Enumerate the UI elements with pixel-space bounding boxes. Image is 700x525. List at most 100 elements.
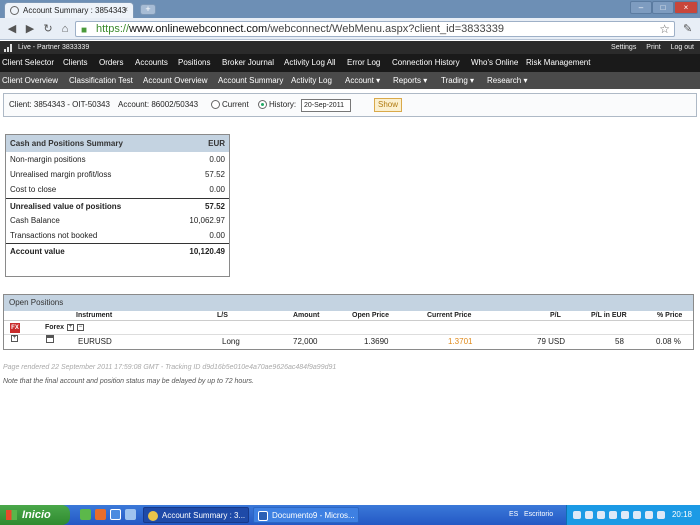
- calendar-icon[interactable]: [46, 335, 54, 343]
- quicklaunch-desktop-icon[interactable]: [125, 509, 136, 520]
- subnav-account-summary[interactable]: Account Summary: [218, 72, 283, 89]
- nav-error-log[interactable]: Error Log: [347, 54, 380, 72]
- current-radio[interactable]: [211, 100, 220, 109]
- cash-row-label: Account value: [10, 247, 65, 257]
- close-window-button[interactable]: ×: [674, 1, 698, 14]
- quicklaunch-chrome-icon[interactable]: [80, 509, 91, 520]
- forex-icon: FX: [10, 323, 20, 333]
- bookmark-star-icon[interactable]: ☆: [659, 22, 670, 36]
- subnav-research-menu[interactable]: Research ▾: [487, 72, 527, 89]
- start-button[interactable]: Inicio: [0, 505, 70, 525]
- address-bar[interactable]: ■ https://www.onlinewebconnect.com/webco…: [75, 21, 675, 37]
- nav-clients[interactable]: Clients: [63, 54, 87, 72]
- forward-arrow-icon[interactable]: ▶: [22, 21, 38, 37]
- show-button[interactable]: Show: [374, 98, 402, 112]
- cell-pct-price: 0.08 %: [656, 337, 681, 346]
- cash-summary-currency: EUR: [208, 139, 225, 148]
- nav-whos-online[interactable]: Who's Online: [471, 54, 518, 72]
- cash-row-label: Non-margin positions: [10, 155, 86, 164]
- cell-amount: 72,000: [293, 337, 318, 346]
- tray-icon[interactable]: [645, 511, 653, 519]
- nav-broker-journal[interactable]: Broker Journal: [222, 54, 274, 72]
- settings-link[interactable]: Settings: [611, 44, 636, 51]
- taskbar-button-browser[interactable]: Account Summary : 3...: [143, 507, 249, 523]
- system-tray: 20:18: [566, 505, 700, 525]
- url-domain: www.onlinewebconnect.com: [129, 23, 268, 35]
- tab-title: Account Summary : 3854343: [23, 6, 127, 15]
- col-current-price[interactable]: Current Price: [427, 311, 471, 321]
- expand-all-icon[interactable]: +: [67, 321, 74, 335]
- chrome-icon: [148, 511, 158, 521]
- col-open-price[interactable]: Open Price: [352, 311, 389, 321]
- taskbar-button-word[interactable]: Documento9 - Micros...: [253, 507, 359, 523]
- subnav-classification-test[interactable]: Classification Test: [69, 72, 133, 89]
- tray-icon[interactable]: [609, 511, 617, 519]
- cash-row-label: Transactions not booked: [10, 230, 98, 240]
- reload-icon[interactable]: ↻: [40, 21, 56, 37]
- cell-ls: Long: [222, 337, 240, 346]
- cell-pl: 79 USD: [537, 337, 566, 346]
- col-amount[interactable]: Amount: [293, 311, 319, 321]
- print-link[interactable]: Print: [646, 44, 660, 51]
- col-instrument[interactable]: Instrument: [76, 311, 112, 321]
- nav-connection-history[interactable]: Connection History: [392, 54, 460, 72]
- subnav-client-overview[interactable]: Client Overview: [2, 72, 58, 89]
- nav-client-selector[interactable]: Client Selector: [2, 54, 54, 72]
- cash-row-label: Cost to close: [10, 185, 57, 195]
- subnav-activity-log[interactable]: Activity Log: [291, 72, 332, 89]
- clock[interactable]: 20:18: [672, 505, 692, 525]
- tray-icon[interactable]: [621, 511, 629, 519]
- tray-icon[interactable]: [597, 511, 605, 519]
- minimize-button[interactable]: –: [630, 1, 652, 14]
- table-row[interactable]: + EURUSD Long 72,000 1.3690 1.3701 79 US…: [4, 335, 693, 349]
- new-tab-button[interactable]: +: [140, 4, 156, 15]
- tray-icon[interactable]: [657, 511, 665, 519]
- subnav-reports-menu[interactable]: Reports ▾: [393, 72, 427, 89]
- desktop-toolbar-label[interactable]: Escritorio: [524, 505, 553, 525]
- current-label: Current: [222, 100, 249, 109]
- cash-row-value: 0.00: [209, 185, 225, 195]
- col-ls[interactable]: L/S: [217, 311, 228, 321]
- tray-icon[interactable]: [585, 511, 593, 519]
- browser-tab[interactable]: Account Summary : 3854343 ×: [4, 2, 134, 18]
- wrench-icon[interactable]: ✎: [683, 22, 692, 35]
- nav-orders[interactable]: Orders: [99, 54, 123, 72]
- history-radio[interactable]: [258, 100, 267, 109]
- close-tab-icon[interactable]: ×: [123, 5, 128, 14]
- back-arrow-icon[interactable]: ◀: [4, 21, 20, 37]
- subnav-account-overview[interactable]: Account Overview: [143, 72, 207, 89]
- cash-row-value: 10,062.97: [189, 215, 225, 225]
- col-pl-eur[interactable]: P/L in EUR: [591, 311, 627, 321]
- nav-positions[interactable]: Positions: [178, 54, 210, 72]
- language-indicator[interactable]: ES: [509, 505, 518, 525]
- positions-column-header: Instrument L/S Amount Open Price Current…: [4, 311, 693, 321]
- col-pl[interactable]: P/L: [550, 311, 561, 321]
- nav-risk-management[interactable]: Risk Management: [526, 54, 590, 72]
- open-positions-title: Open Positions: [4, 295, 693, 311]
- nav-activity-log-all[interactable]: Activity Log All: [284, 54, 336, 72]
- page-rendered-note: Page rendered 22 September 2011 17:59:08…: [3, 364, 337, 371]
- logout-link[interactable]: Log out: [671, 44, 694, 51]
- taskbar-button-label: Account Summary : 3...: [162, 511, 246, 520]
- maximize-button[interactable]: □: [652, 1, 674, 14]
- quicklaunch-ie-icon[interactable]: [110, 509, 121, 520]
- cell-open-price: 1.3690: [364, 337, 389, 346]
- nav-accounts[interactable]: Accounts: [135, 54, 168, 72]
- quicklaunch-firefox-icon[interactable]: [95, 509, 106, 520]
- home-icon[interactable]: ⌂: [57, 21, 73, 37]
- cash-row-value: 0.00: [209, 230, 225, 240]
- url-scheme: https://: [96, 23, 130, 35]
- col-pct-price[interactable]: % Price: [657, 311, 682, 321]
- history-date-input[interactable]: 20-Sep-2011: [301, 99, 351, 112]
- tray-icon[interactable]: [633, 511, 641, 519]
- subnav-trading-menu[interactable]: Trading ▾: [441, 72, 474, 89]
- tray-icon[interactable]: [573, 511, 581, 519]
- sub-nav: Client Overview Classification Test Acco…: [0, 72, 700, 89]
- collapse-all-icon[interactable]: −: [77, 321, 84, 335]
- cash-row-label: Cash Balance: [10, 215, 60, 225]
- cash-summary-title: Cash and Positions Summary: [10, 139, 123, 148]
- cash-row-unrealised-margin: Unrealised margin profit/loss 57.52: [6, 167, 229, 182]
- cell-instrument[interactable]: EURUSD: [78, 335, 112, 349]
- subnav-account-menu[interactable]: Account ▾: [345, 72, 380, 89]
- forex-group-row: FX Forex + −: [4, 321, 693, 335]
